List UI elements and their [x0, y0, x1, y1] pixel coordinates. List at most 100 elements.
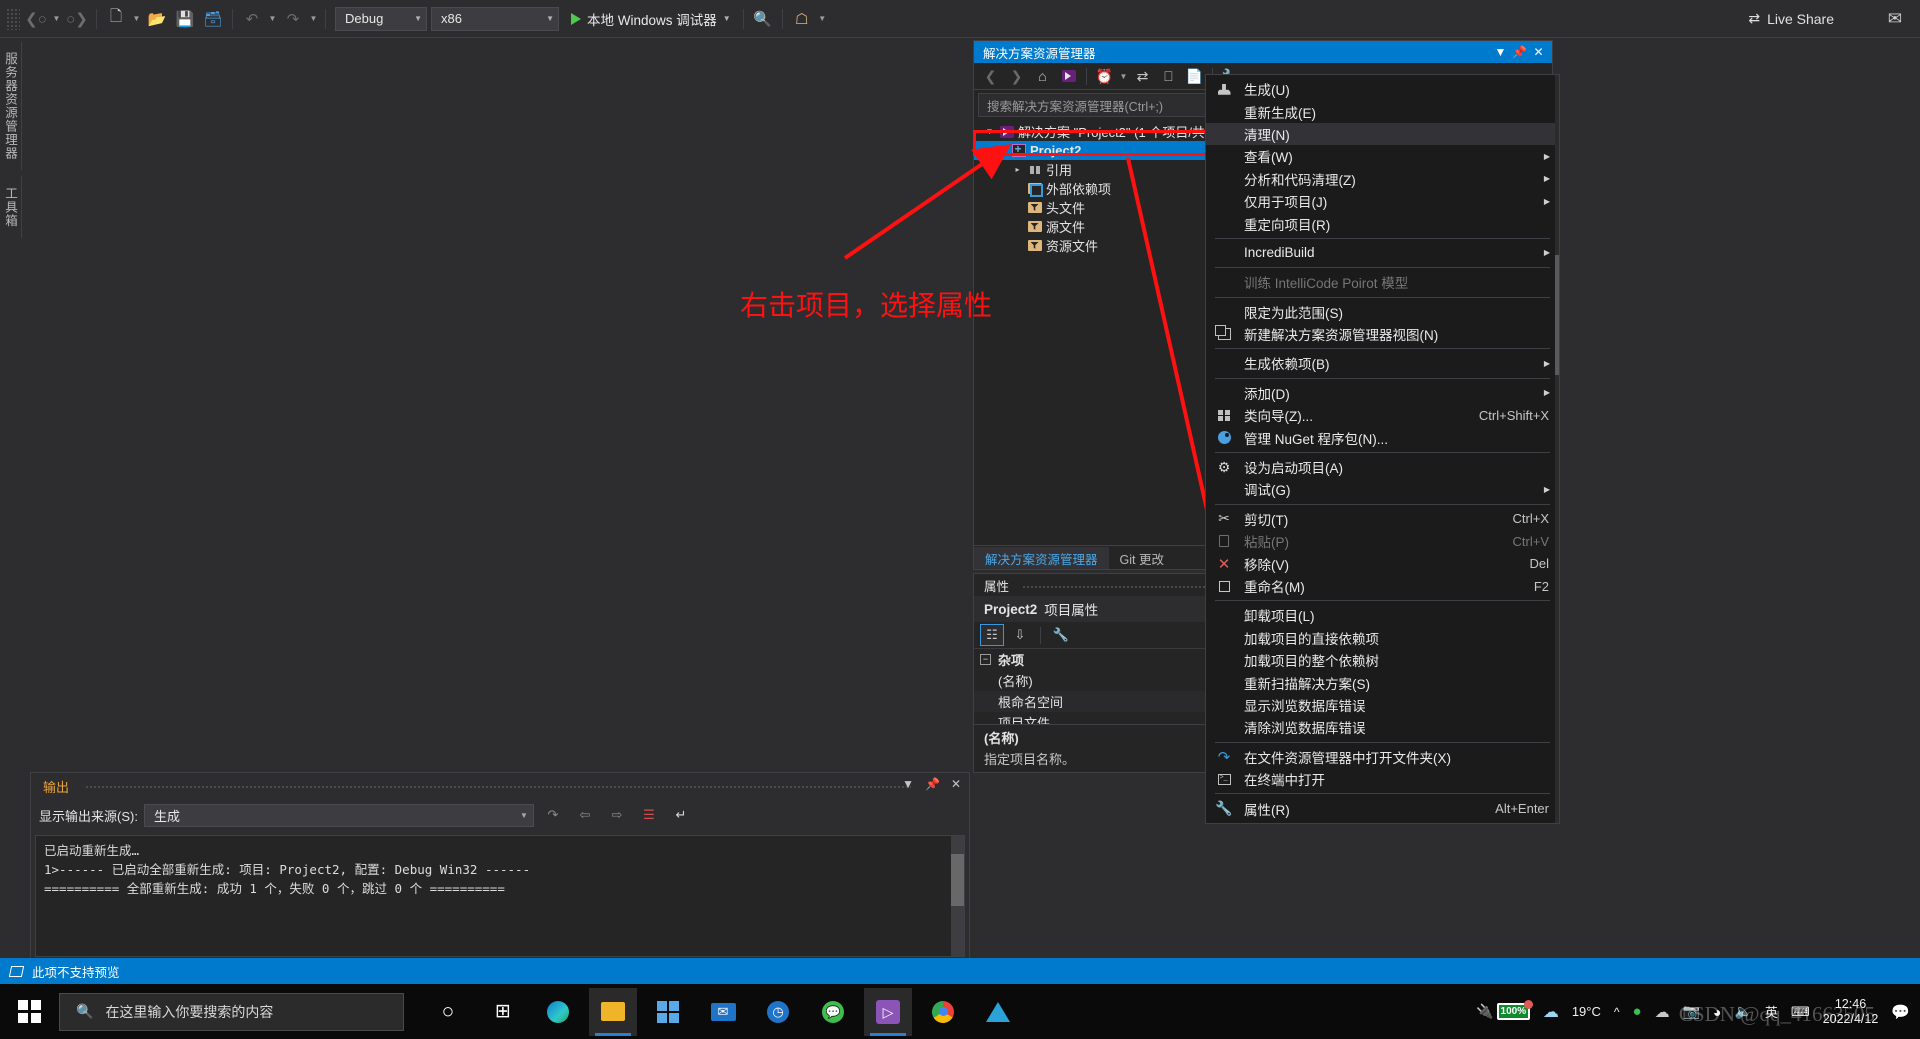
visual-studio-icon[interactable]: ▷ [864, 987, 912, 1036]
menu-item-类向导-Z[interactable]: 类向导(Z)... Ctrl+Shift+X [1206, 404, 1559, 426]
menu-item-新建解决方案资源管理器视图-N[interactable]: 新建解决方案资源管理器视图(N) [1206, 323, 1559, 345]
menu-item-加载项目的直接依赖项[interactable]: 加载项目的直接依赖项 [1206, 627, 1559, 649]
undo-dropdown-icon[interactable]: ▼ [266, 5, 279, 33]
menu-item-移除-V[interactable]: ✕ 移除(V) Del [1206, 552, 1559, 574]
close-icon[interactable]: ✕ [951, 777, 961, 791]
menu-item-在文件资源管理器中打开文件夹-X[interactable]: ↷ 在文件资源管理器中打开文件夹(X) [1206, 746, 1559, 768]
sidebar-tab-server-explorer[interactable]: 服务器资源管理器 [0, 42, 22, 170]
windows-start-icon[interactable] [0, 984, 59, 1039]
start-debugging-button[interactable]: 本地 Windows 调试器 ▼ [571, 9, 731, 29]
microsoft-store-icon[interactable] [644, 988, 692, 1036]
home-icon[interactable]: ⌂ [1030, 65, 1055, 88]
expander-icon[interactable]: ▸ [1010, 165, 1025, 174]
menu-item-清理-N[interactable]: 清理(N) [1206, 122, 1559, 146]
collapse-icon[interactable]: − [980, 654, 991, 665]
collapse-all-icon[interactable]: ⎕ [1156, 65, 1181, 88]
chevron-down-icon[interactable]: ▼ [902, 777, 914, 791]
save-all-icon[interactable]: 🗃 [199, 5, 227, 33]
categorized-icon[interactable]: ☷ [980, 624, 1004, 646]
toggle-word-wrap-icon[interactable]: ↵ [668, 803, 694, 827]
notifications-icon[interactable]: 💬 [1891, 1003, 1910, 1021]
menu-item-显示浏览数据库错误[interactable]: 显示浏览数据库错误 [1206, 694, 1559, 716]
scrollbar-thumb[interactable] [951, 854, 964, 906]
platform-dropdown[interactable]: x86 ▼ [431, 6, 559, 31]
menu-item-重定向项目-R[interactable]: 重定向项目(R) [1206, 212, 1559, 234]
menu-item-添加-D[interactable]: 添加(D) ▶ [1206, 382, 1559, 404]
pending-changes-icon[interactable]: ⏰ [1092, 65, 1117, 88]
undo-icon[interactable]: ↶ [238, 5, 266, 33]
menu-item-重新生成-E[interactable]: 重新生成(E) [1206, 100, 1559, 122]
save-icon[interactable]: 💾 [171, 5, 199, 33]
wechat-icon[interactable]: 💬 [809, 988, 857, 1036]
pin-icon[interactable]: 📌 [1510, 45, 1529, 59]
chevron-down-icon[interactable]: ▼ [1491, 45, 1510, 59]
menu-item-查看-W[interactable]: 查看(W) ▶ [1206, 145, 1559, 167]
show-hidden-icons-icon[interactable]: ^ [1614, 1005, 1620, 1019]
menu-item-在终端中打开[interactable]: 在终端中打开 [1206, 768, 1559, 790]
forward-arrow-icon[interactable]: ○❯ [63, 5, 91, 33]
close-icon[interactable]: ✕ [1529, 45, 1548, 59]
tab-solution-explorer[interactable]: 解决方案资源管理器 [974, 547, 1109, 569]
weather-temperature[interactable]: 19°C [1572, 1004, 1601, 1019]
menu-item-加载项目的整个依赖树[interactable]: 加载项目的整个依赖树 [1206, 649, 1559, 671]
context-menu-scrollbar[interactable] [1555, 75, 1559, 823]
toolbar-overflow-icon[interactable]: ▼ [816, 5, 829, 33]
edge-dev-icon[interactable] [974, 988, 1022, 1036]
home-icon[interactable]: ☖ [788, 5, 816, 33]
edge-icon[interactable] [534, 988, 582, 1036]
menu-item-属性-R[interactable]: 🔧 属性(R) Alt+Enter [1206, 797, 1559, 819]
redo-dropdown-icon[interactable]: ▼ [307, 5, 320, 33]
output-vertical-scrollbar[interactable] [951, 836, 964, 956]
next-message-icon[interactable]: ⇨ [604, 803, 630, 827]
menu-item-剪切-T[interactable]: ✂ 剪切(T) Ctrl+X [1206, 508, 1559, 530]
menu-item-限定为此范围-S[interactable]: 限定为此范围(S) [1206, 301, 1559, 323]
pin-icon[interactable]: 📌 [925, 777, 940, 791]
menu-item-IncrediBuild[interactable]: IncrediBuild ▶ [1206, 242, 1559, 264]
task-view-icon[interactable]: ⊞ [479, 988, 527, 1036]
open-folder-icon[interactable]: 📂 [143, 5, 171, 33]
menu-item-设为启动项目-A[interactable]: ⚙ 设为启动项目(A) [1206, 456, 1559, 478]
feedback-icon[interactable]: ✉ [1888, 9, 1902, 29]
menu-item-调试-G[interactable]: 调试(G) ▶ [1206, 478, 1559, 500]
sidebar-tab-toolbox[interactable]: 工具箱 [0, 176, 22, 238]
cloud-alert-icon[interactable]: ☁ [1543, 1002, 1559, 1022]
alphabetical-icon[interactable]: ⇩ [1008, 624, 1032, 646]
menu-item-重新扫描解决方案-S[interactable]: 重新扫描解决方案(S) [1206, 671, 1559, 693]
forward-icon[interactable]: ❯ [1004, 65, 1029, 88]
previous-message-icon[interactable]: ⇦ [572, 803, 598, 827]
back-arrow-icon[interactable]: ❮○ [22, 5, 50, 33]
toolbar-grip[interactable] [6, 7, 20, 30]
mail-icon[interactable]: ✉ [699, 988, 747, 1036]
menu-item-生成-U[interactable]: 生成(U) [1206, 78, 1559, 100]
show-all-files-icon[interactable]: 📄 [1182, 65, 1207, 88]
menu-item-分析和代码清理-Z[interactable]: 分析和代码清理(Z) ▶ [1206, 168, 1559, 190]
property-pages-icon[interactable]: 🔧 [1049, 624, 1073, 646]
tab-git-changes[interactable]: Git 更改 [1109, 547, 1175, 569]
menu-item-仅用于项目-J[interactable]: 仅用于项目(J) ▶ [1206, 190, 1559, 212]
menu-item-管理-NuGet-程序包-N[interactable]: 管理 NuGet 程序包(N)... [1206, 426, 1559, 448]
cortana-icon[interactable]: ○ [424, 988, 472, 1036]
taskbar-search-input[interactable]: 🔍 在这里输入你要搜索的内容 [59, 992, 404, 1031]
back-dropdown-icon[interactable]: ▼ [50, 5, 63, 33]
configuration-dropdown[interactable]: Debug ▼ [335, 6, 427, 31]
clear-all-icon[interactable]: ☰ [636, 803, 662, 827]
onedrive-icon[interactable]: ☁ [1655, 1003, 1670, 1021]
new-item-icon[interactable]: 🗋 [102, 5, 130, 33]
search-icon[interactable]: 🔍 [749, 5, 777, 33]
vs-sync-icon[interactable] [1056, 65, 1081, 88]
chevron-down-icon[interactable]: ▼ [1118, 65, 1129, 88]
live-share-button[interactable]: ⇄ Live Share [1748, 10, 1834, 27]
menu-item-重命名-M[interactable]: 重命名(M) F2 [1206, 575, 1559, 597]
output-source-dropdown[interactable]: 生成 ▼ [143, 803, 534, 827]
file-explorer-icon[interactable] [589, 987, 637, 1036]
back-icon[interactable]: ❮ [978, 65, 1003, 88]
new-item-dropdown-icon[interactable]: ▼ [130, 5, 143, 33]
menu-item-卸载项目-L[interactable]: 卸载项目(L) [1206, 604, 1559, 626]
menu-item-生成依赖项-B[interactable]: 生成依赖项(B) ▶ [1206, 352, 1559, 374]
refresh-icon[interactable]: ⇄ [1130, 65, 1155, 88]
go-to-message-icon[interactable]: ↷ [540, 803, 566, 827]
redo-icon[interactable]: ↷ [279, 5, 307, 33]
scrollbar-thumb[interactable] [1555, 255, 1559, 375]
menu-item-清除浏览数据库错误[interactable]: 清除浏览数据库错误 [1206, 716, 1559, 738]
output-text[interactable]: 已启动重新生成… 1>------ 已启动全部重新生成: 项目: Project… [35, 835, 965, 957]
